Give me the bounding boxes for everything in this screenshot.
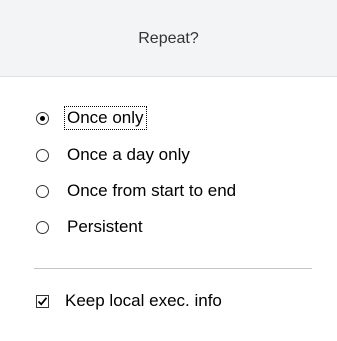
radio-label[interactable]: Once a day only	[65, 144, 192, 166]
keep-local-exec-checkbox-row[interactable]: Keep local exec. info	[36, 288, 222, 314]
radio-label[interactable]: Persistent	[65, 216, 145, 238]
checkbox-label[interactable]: Keep local exec. info	[65, 290, 222, 312]
radio-label[interactable]: Once only	[64, 106, 147, 130]
panel-header: Repeat?	[0, 0, 337, 77]
checkbox-icon[interactable]	[36, 294, 49, 308]
divider	[34, 268, 312, 269]
panel-title: Repeat?	[138, 30, 199, 47]
radio-option-once-a-day[interactable]: Once a day only	[36, 142, 192, 168]
radio-option-once-only[interactable]: Once only	[36, 105, 147, 131]
radio-button-icon[interactable]	[36, 148, 49, 162]
checkmark-icon	[37, 296, 48, 306]
radio-button-icon[interactable]	[36, 111, 49, 125]
radio-button-icon[interactable]	[36, 220, 49, 234]
radio-label[interactable]: Once from start to end	[65, 180, 238, 202]
radio-button-icon[interactable]	[36, 184, 49, 198]
repeat-panel: Repeat? Once only Once a day only Once f…	[0, 0, 337, 341]
radio-option-once-start-to-end[interactable]: Once from start to end	[36, 178, 238, 204]
radio-option-persistent[interactable]: Persistent	[36, 214, 145, 240]
